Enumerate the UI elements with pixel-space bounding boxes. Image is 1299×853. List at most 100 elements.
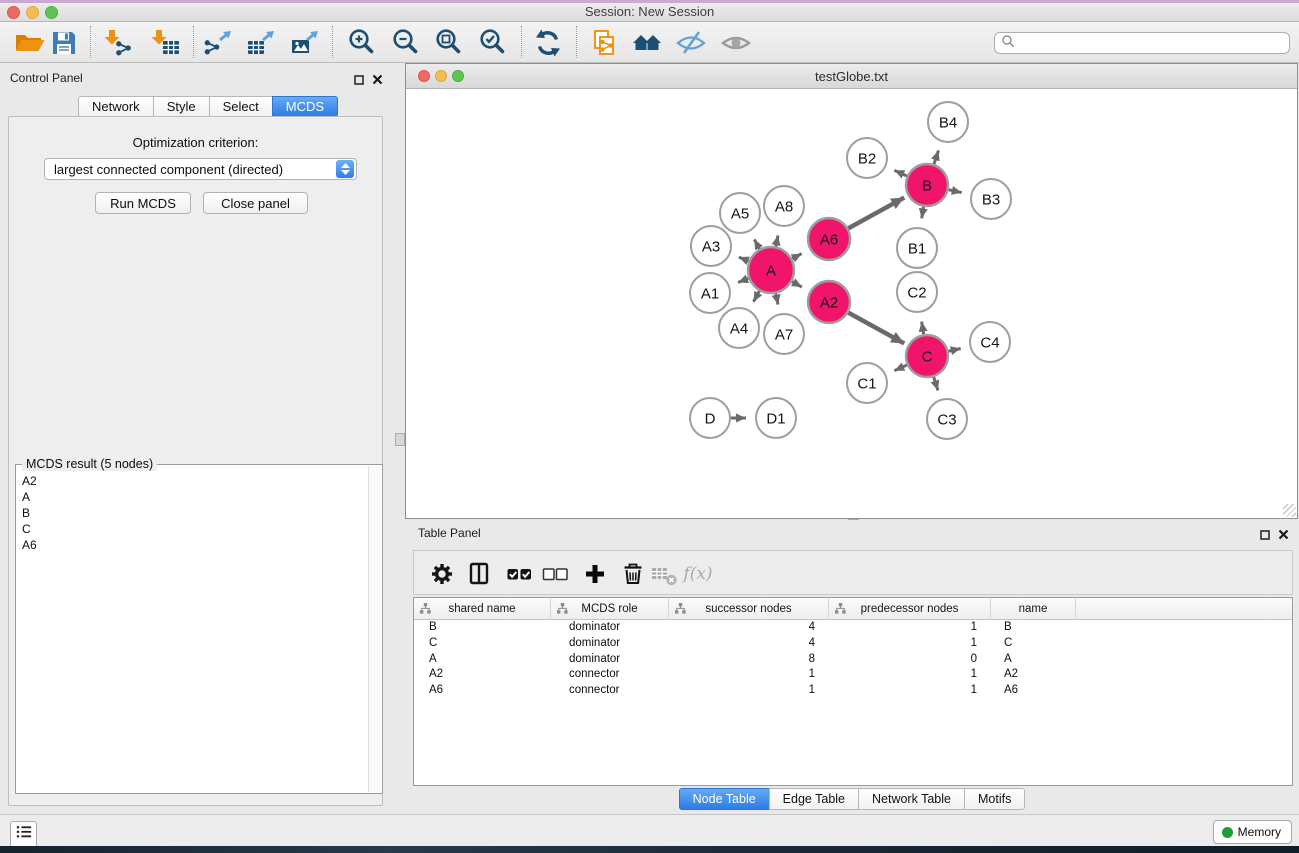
node-A8[interactable]: A8 <box>764 186 804 226</box>
node-C4[interactable]: C4 <box>970 322 1010 362</box>
edge-C-C2[interactable] <box>922 322 924 335</box>
show-all-network-views-icon[interactable] <box>628 24 666 62</box>
open-session-icon[interactable] <box>11 24 49 62</box>
mcds-result-item[interactable]: C <box>17 521 368 537</box>
column-header-successor-nodes[interactable]: successor nodes <box>669 598 829 620</box>
column-header-shared-name[interactable]: shared name <box>414 598 551 620</box>
save-session-icon[interactable] <box>45 24 83 62</box>
vertical-splitter-handle[interactable] <box>395 433 405 446</box>
edge-A-A7[interactable] <box>776 294 778 305</box>
column-header-mcds-role[interactable]: MCDS role <box>551 598 669 620</box>
edge-A-A6[interactable] <box>792 254 801 259</box>
table-settings-icon[interactable] <box>424 556 460 592</box>
tab-network-table[interactable]: Network Table <box>858 788 965 810</box>
node-A3[interactable]: A3 <box>691 226 731 266</box>
edge-A6-B[interactable] <box>848 198 904 229</box>
node-A7[interactable]: A7 <box>764 314 804 354</box>
import-table-icon[interactable] <box>147 24 185 62</box>
search-box[interactable] <box>994 32 1290 54</box>
close-table-panel-icon[interactable] <box>1278 527 1289 545</box>
edge-B-B3[interactable] <box>948 190 961 193</box>
export-table-icon[interactable] <box>242 24 280 62</box>
edge-A-A4[interactable] <box>753 291 759 302</box>
node-D1[interactable]: D1 <box>756 398 796 438</box>
refresh-view-icon[interactable] <box>529 24 567 62</box>
edge-C-C1[interactable] <box>894 365 907 371</box>
select-all-rows-icon[interactable] <box>501 556 537 592</box>
node-A2[interactable]: A2 <box>808 281 850 323</box>
edge-A-A8[interactable] <box>776 235 778 246</box>
search-input[interactable] <box>1015 34 1289 52</box>
export-network-icon[interactable] <box>199 24 237 62</box>
edge-B-B1[interactable] <box>922 207 924 219</box>
node-B2[interactable]: B2 <box>847 138 887 178</box>
edge-A-A2[interactable] <box>792 282 802 287</box>
mcds-result-item[interactable]: A2 <box>17 473 368 489</box>
float-table-panel-icon[interactable] <box>1260 527 1270 545</box>
node-B1[interactable]: B1 <box>897 228 937 268</box>
node-C1[interactable]: C1 <box>847 363 887 403</box>
node-C[interactable]: C <box>906 335 948 377</box>
deselect-all-rows-icon[interactable] <box>537 556 573 592</box>
node-A[interactable]: A <box>748 247 794 293</box>
table-row[interactable]: A6connector11A6 <box>414 683 1292 699</box>
criterion-select[interactable]: largest connected component (directed) <box>44 158 357 180</box>
mcds-result-item[interactable]: A <box>17 489 368 505</box>
mcds-result-item[interactable]: A6 <box>17 537 368 553</box>
node-A1[interactable]: A1 <box>690 273 730 313</box>
edge-B-B4[interactable] <box>934 150 939 164</box>
table-row[interactable]: A2connector11A2 <box>414 667 1292 683</box>
close-panel-icon[interactable] <box>372 72 383 90</box>
mcds-result-item[interactable]: B <box>17 505 368 521</box>
function-builder-button[interactable]: f(x) <box>680 556 716 592</box>
node-C3[interactable]: C3 <box>927 399 967 439</box>
tab-motifs[interactable]: Motifs <box>964 788 1025 810</box>
float-panel-icon[interactable] <box>354 72 364 90</box>
export-image-icon[interactable] <box>286 24 324 62</box>
duplicate-network-icon[interactable] <box>586 24 624 62</box>
zoom-in-icon[interactable] <box>343 24 381 62</box>
mcds-result-list[interactable]: A2ABCA6 <box>17 473 368 792</box>
table-row[interactable]: Adominator80A <box>414 652 1292 668</box>
network-canvas[interactable]: B4B2BB3A8A5A6A3B1AC2A1A2A4A7C4CC1C3DD1 <box>406 90 1297 518</box>
node-B4[interactable]: B4 <box>928 102 968 142</box>
tab-edge-table[interactable]: Edge Table <box>769 788 859 810</box>
edge-B-B2[interactable] <box>894 170 907 176</box>
edge-A2-C[interactable] <box>848 313 904 344</box>
show-hidden-icon[interactable] <box>717 24 755 62</box>
task-history-button[interactable] <box>10 821 37 848</box>
node-B3[interactable]: B3 <box>971 179 1011 219</box>
tab-network[interactable]: Network <box>78 96 154 117</box>
zoom-out-icon[interactable] <box>387 24 425 62</box>
node-A5[interactable]: A5 <box>720 193 760 233</box>
result-scrollbar[interactable] <box>368 466 381 792</box>
table-row[interactable]: Cdominator41C <box>414 636 1292 652</box>
hide-selected-icon[interactable] <box>672 24 710 62</box>
edge-A-A1[interactable] <box>738 278 748 282</box>
column-header-predecessor-nodes[interactable]: predecessor nodes <box>829 598 991 620</box>
zoom-fit-icon[interactable] <box>430 24 468 62</box>
node-A4[interactable]: A4 <box>719 308 759 348</box>
node-A6[interactable]: A6 <box>808 218 850 260</box>
table-row[interactable]: Bdominator41B <box>414 620 1292 636</box>
close-panel-button[interactable]: Close panel <box>203 192 308 214</box>
tab-mcds[interactable]: MCDS <box>272 96 338 117</box>
delete-table-icon[interactable] <box>647 556 683 592</box>
delete-column-icon[interactable] <box>615 556 651 592</box>
edge-C-C4[interactable] <box>948 349 960 352</box>
edge-A-A5[interactable] <box>754 239 759 249</box>
edge-C-C3[interactable] <box>934 377 938 390</box>
add-column-icon[interactable] <box>577 556 613 592</box>
edge-A-A3[interactable] <box>739 257 749 261</box>
tab-select[interactable]: Select <box>209 96 273 117</box>
network-window-titlebar[interactable]: testGlobe.txt <box>406 64 1297 89</box>
node-C2[interactable]: C2 <box>897 272 937 312</box>
run-mcds-button[interactable]: Run MCDS <box>95 192 191 214</box>
tab-node-table[interactable]: Node Table <box>679 788 770 810</box>
node-B[interactable]: B <box>906 164 948 206</box>
zoom-selected-icon[interactable] <box>474 24 512 62</box>
import-network-icon[interactable] <box>100 24 138 62</box>
resize-grip-icon[interactable] <box>1283 504 1296 517</box>
memory-button[interactable]: Memory <box>1213 820 1292 844</box>
column-layout-icon[interactable] <box>461 556 497 592</box>
